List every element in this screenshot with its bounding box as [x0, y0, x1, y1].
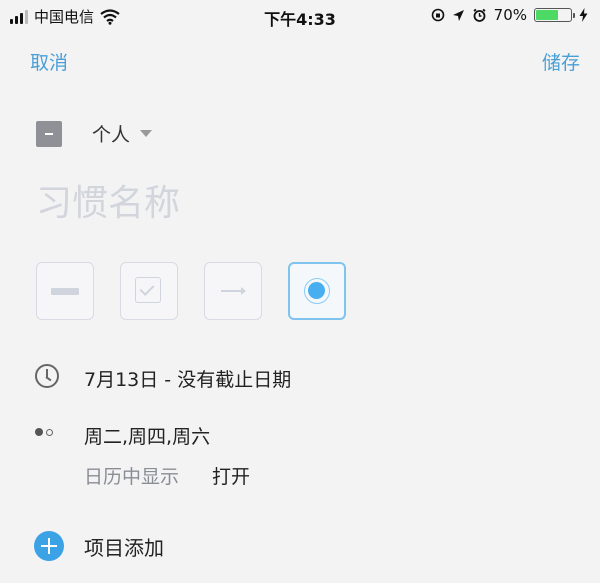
group-label: 个人 — [92, 124, 131, 146]
habit-type-option-checkbox[interactable] — [120, 262, 178, 320]
save-button[interactable]: 储存 — [542, 48, 580, 75]
calendar-display-toggle[interactable]: 打开 — [212, 462, 250, 489]
status-bar-right: 70% — [431, 6, 588, 24]
group-selector[interactable]: 个人 — [36, 120, 153, 147]
status-bar: 中国电信 下午4:33 70% — [0, 0, 600, 32]
habit-type-option-radio[interactable] — [288, 262, 346, 320]
date-range[interactable]: 7月13日 - 没有截止日期 — [84, 365, 291, 392]
habit-name-input[interactable] — [36, 178, 536, 228]
clock-icon — [35, 364, 59, 388]
chevron-down-icon — [140, 130, 153, 137]
battery-fill — [536, 10, 559, 20]
radio-icon — [304, 278, 330, 304]
add-item-button[interactable]: 项目添加 — [34, 531, 164, 561]
bar-icon — [51, 288, 79, 295]
plus-icon — [34, 531, 64, 561]
calendar-display-label: 日历中显示 — [84, 466, 180, 488]
location-icon — [452, 9, 464, 21]
group-color-icon — [36, 120, 62, 147]
repeat-days[interactable]: 周二,周四,周六 — [84, 422, 210, 449]
battery-percent: 70% — [493, 6, 527, 24]
charging-bolt-icon — [579, 8, 588, 22]
orientation-lock-icon — [431, 8, 444, 22]
add-item-label: 项目添加 — [84, 535, 164, 560]
battery-icon — [534, 8, 575, 22]
checkbox-icon — [135, 277, 161, 303]
arrow-icon — [221, 287, 246, 295]
habit-type-option-arrow[interactable] — [204, 262, 262, 320]
cancel-button[interactable]: 取消 — [30, 48, 68, 75]
repeat-icon — [35, 428, 53, 436]
alarm-icon — [473, 8, 486, 22]
habit-type-option-bar[interactable] — [36, 262, 94, 320]
